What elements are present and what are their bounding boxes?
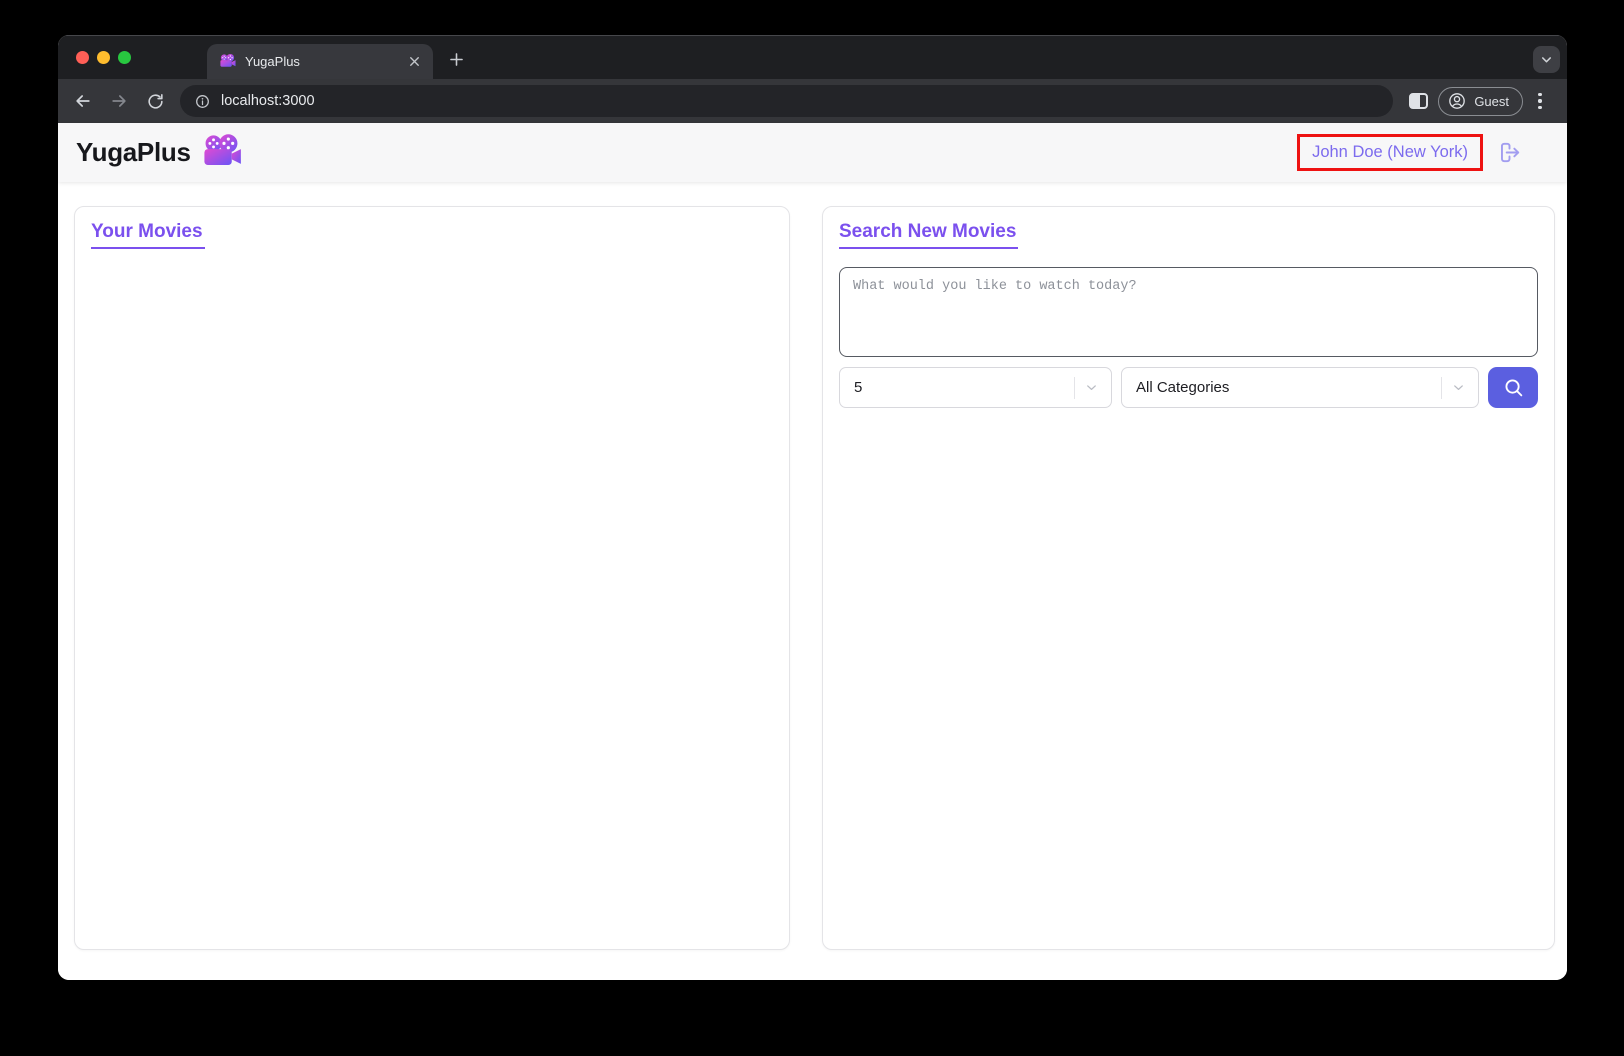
- window-close-button[interactable]: [76, 51, 89, 64]
- tab-close-icon[interactable]: [406, 53, 423, 70]
- chevron-down-icon: [1451, 380, 1466, 395]
- reload-icon[interactable]: [138, 84, 172, 118]
- browser-toolbar: localhost:3000 Guest: [58, 79, 1567, 123]
- header-actions: John Doe (New York): [1297, 134, 1523, 171]
- chevron-down-icon: [1084, 380, 1099, 395]
- site-info-icon[interactable]: [194, 93, 211, 110]
- search-icon: [1502, 376, 1525, 399]
- tab-strip: YugaPlus: [58, 35, 1567, 79]
- search-movies-panel: Search New Movies 5: [822, 206, 1555, 950]
- your-movies-title: Your Movies: [91, 221, 205, 249]
- tab-title: YugaPlus: [245, 54, 406, 69]
- movie-camera-favicon: [219, 53, 236, 70]
- browser-window: YugaPlus: [58, 35, 1567, 980]
- tab-search-chevron-icon[interactable]: [1533, 46, 1560, 73]
- browser-tab[interactable]: YugaPlus: [207, 44, 433, 79]
- profile-label: Guest: [1474, 94, 1509, 109]
- movie-camera-logo-icon: [201, 134, 242, 171]
- profile-avatar-icon: [1447, 91, 1467, 111]
- window-minimize-button[interactable]: [97, 51, 110, 64]
- side-panel-icon[interactable]: [1409, 93, 1428, 109]
- logout-icon[interactable]: [1496, 139, 1523, 166]
- address-bar[interactable]: localhost:3000: [180, 85, 1393, 117]
- app-title: YugaPlus: [76, 137, 191, 168]
- category-select[interactable]: All Categories: [1121, 367, 1479, 408]
- back-icon[interactable]: [66, 84, 100, 118]
- web-page: YugaPlus: [58, 123, 1567, 980]
- search-form: 5 All Categories: [839, 267, 1538, 408]
- profile-button[interactable]: Guest: [1438, 87, 1523, 116]
- category-value: All Categories: [1136, 379, 1433, 396]
- window-controls: [58, 35, 151, 79]
- desktop-background: YugaPlus: [0, 0, 1624, 1056]
- search-controls: 5 All Categories: [839, 367, 1538, 408]
- new-tab-icon[interactable]: [441, 44, 471, 74]
- app-header: YugaPlus: [58, 123, 1567, 182]
- url-text: localhost:3000: [221, 93, 315, 109]
- window-fullscreen-button[interactable]: [118, 51, 131, 64]
- search-movies-title: Search New Movies: [839, 221, 1018, 249]
- app-brand: YugaPlus: [76, 134, 242, 171]
- annotation-highlight-box: John Doe (New York): [1297, 134, 1483, 171]
- results-count-value: 5: [854, 379, 1066, 396]
- browser-menu-icon[interactable]: [1525, 86, 1555, 116]
- search-button[interactable]: [1488, 367, 1538, 408]
- your-movies-panel: Your Movies: [74, 206, 790, 950]
- results-count-select[interactable]: 5: [839, 367, 1112, 408]
- main-content: Your Movies Search New Movies 5: [58, 182, 1567, 980]
- search-query-input[interactable]: [839, 267, 1538, 357]
- forward-icon[interactable]: [102, 84, 136, 118]
- user-profile-link[interactable]: John Doe (New York): [1312, 143, 1468, 161]
